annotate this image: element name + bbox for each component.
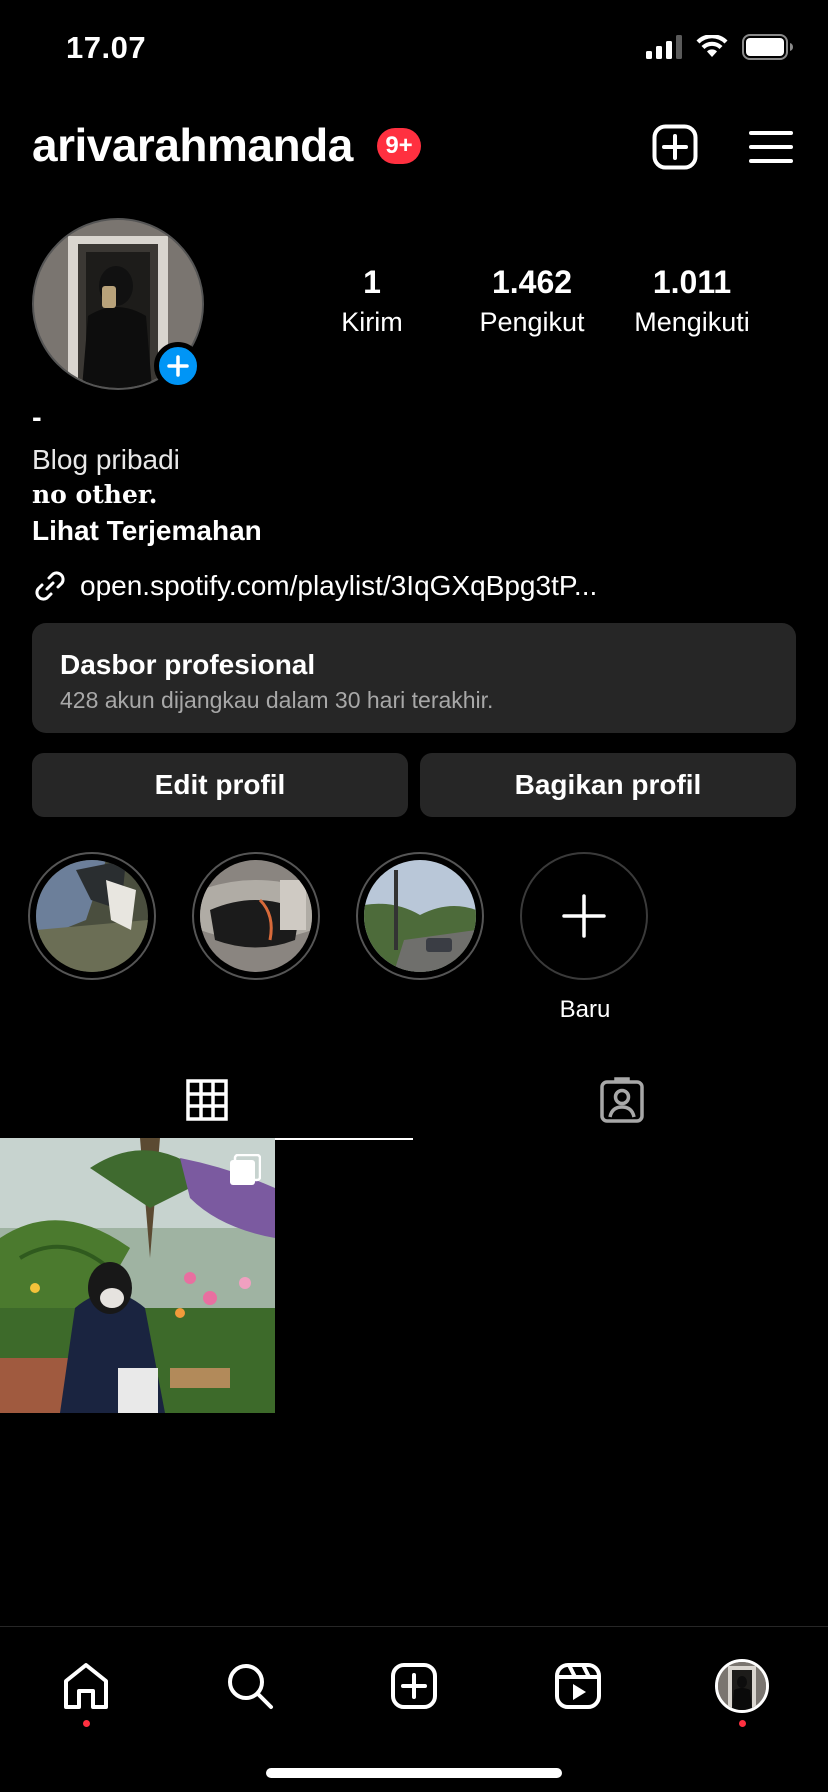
- bio-name: -: [32, 402, 42, 434]
- username-title[interactable]: arivarahmanda: [32, 118, 353, 172]
- profile-bio: - Blog pribadi no other. Lihat Terjemaha…: [32, 402, 792, 547]
- add-story-button[interactable]: [154, 342, 202, 390]
- stat-following-label: Mengikuti: [634, 307, 750, 337]
- grid-post-thumbnail[interactable]: [0, 1138, 275, 1413]
- stat-followers-value: 1.462: [491, 264, 573, 300]
- profile-avatar-small: [715, 1659, 769, 1713]
- tab-tagged[interactable]: [415, 1062, 828, 1138]
- carousel-icon: [229, 1153, 262, 1191]
- status-bar: 17.07: [0, 0, 828, 100]
- plus-square-icon: [652, 124, 698, 170]
- professional-dashboard[interactable]: Dasbor profesional 428 akun dijangkau da…: [32, 623, 796, 733]
- profile-avatar-wrap[interactable]: [32, 218, 204, 390]
- stat-following[interactable]: 1.011 Mengikuti: [607, 264, 777, 338]
- nav-profile[interactable]: [707, 1651, 777, 1727]
- grid-icon: [185, 1079, 228, 1121]
- bio-link[interactable]: open.spotify.com/playlist/3IqGXqBpg3tP..…: [32, 568, 597, 604]
- stat-posts-label: Kirim: [341, 307, 403, 337]
- status-time: 17.07: [66, 30, 147, 65]
- edit-profile-button[interactable]: Edit profil: [32, 753, 408, 817]
- bio-text: no other.: [32, 480, 158, 509]
- see-translation-link[interactable]: Lihat Terjemahan: [32, 515, 792, 547]
- menu-button[interactable]: [746, 122, 796, 172]
- stat-followers[interactable]: 1.462 Pengikut: [447, 264, 617, 338]
- cellular-signal-icon: [646, 35, 682, 59]
- highlight-cover: [36, 860, 148, 972]
- home-indicator: [266, 1768, 562, 1778]
- stat-following-value: 1.011: [652, 264, 732, 300]
- tab-posts-grid[interactable]: [0, 1062, 413, 1140]
- highlight-item[interactable]: [192, 852, 322, 980]
- stat-posts-value: 1: [363, 264, 381, 300]
- nav-reels[interactable]: [543, 1651, 613, 1721]
- nav-home[interactable]: [51, 1651, 121, 1727]
- stat-followers-label: Pengikut: [479, 307, 585, 337]
- link-icon: [35, 571, 65, 601]
- plus-icon: [562, 894, 606, 938]
- create-icon: [391, 1663, 437, 1709]
- home-icon: [64, 1663, 108, 1709]
- notification-badge[interactable]: 9+: [377, 128, 421, 164]
- status-icons: [646, 34, 794, 60]
- nav-home-notification-dot: [83, 1720, 90, 1727]
- new-highlight-label: Baru: [559, 996, 611, 1023]
- battery-icon: [742, 34, 793, 60]
- bottom-navigation: [0, 1626, 828, 1746]
- highlight-ring: [356, 852, 484, 980]
- highlight-cover: [200, 860, 312, 972]
- reels-icon: [555, 1663, 601, 1709]
- plus-icon: [167, 355, 189, 377]
- profile-tabs: [0, 1062, 828, 1140]
- profile-header: arivarahmanda 9+: [0, 112, 828, 182]
- wifi-icon: [696, 35, 728, 57]
- highlight-cover: [364, 860, 476, 972]
- new-highlight[interactable]: Baru: [520, 852, 650, 1024]
- bio-link-text[interactable]: open.spotify.com/playlist/3IqGXqBpg3tP..…: [80, 570, 597, 602]
- bio-category: Blog pribadi: [32, 444, 180, 475]
- nav-create[interactable]: [379, 1651, 449, 1721]
- share-profile-button[interactable]: Bagikan profil: [420, 753, 796, 817]
- nav-search[interactable]: [215, 1651, 285, 1721]
- highlight-item[interactable]: [356, 852, 486, 980]
- new-highlight-button[interactable]: [520, 852, 648, 980]
- dashboard-subtitle: 428 akun dijangkau dalam 30 hari terakhi…: [60, 687, 494, 713]
- search-icon: [228, 1664, 273, 1709]
- stat-posts[interactable]: 1 Kirim: [287, 264, 457, 338]
- highlight-ring: [28, 852, 156, 980]
- nav-profile-notification-dot: [739, 1720, 746, 1727]
- create-button[interactable]: [650, 122, 700, 172]
- highlight-ring: [192, 852, 320, 980]
- highlight-item[interactable]: [28, 852, 158, 980]
- hamburger-menu-icon: [749, 131, 793, 163]
- tagged-icon: [599, 1077, 644, 1123]
- dashboard-title: Dasbor profesional: [60, 649, 316, 680]
